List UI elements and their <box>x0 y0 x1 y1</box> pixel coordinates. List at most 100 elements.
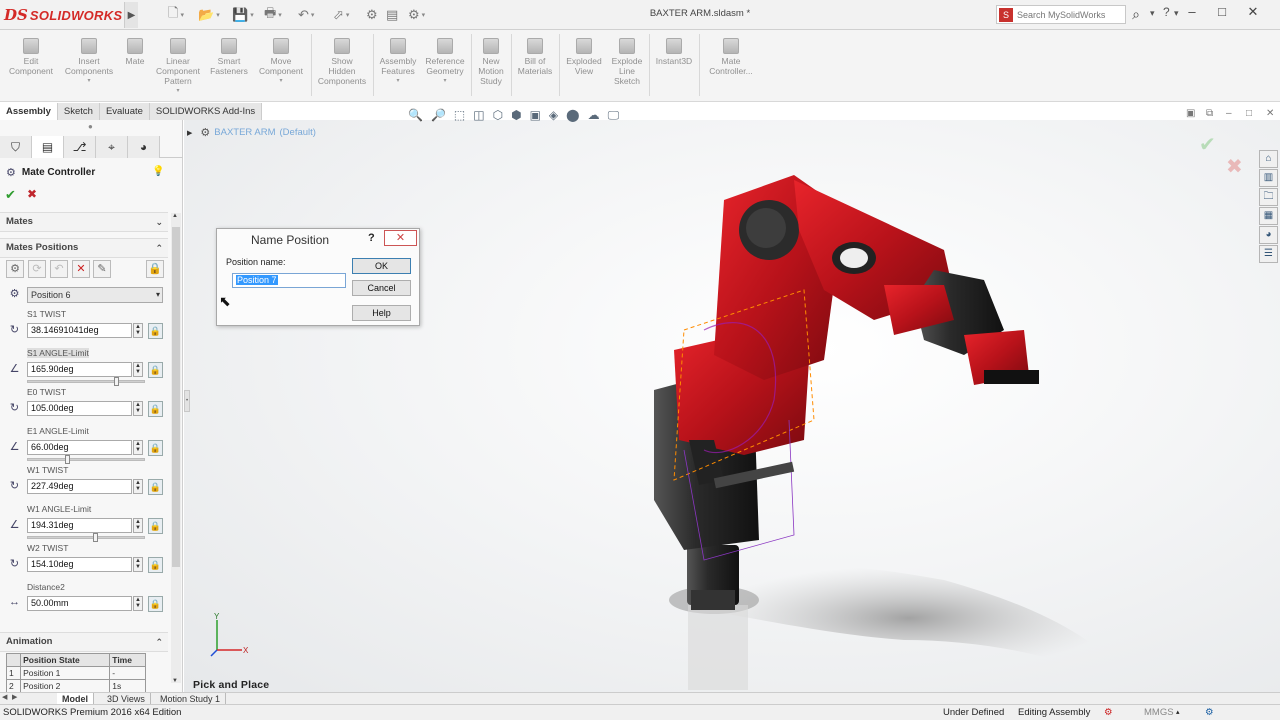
param-value-field[interactable]: 165.90deg <box>27 362 132 377</box>
instant3d-button[interactable]: Instant3D <box>652 36 696 66</box>
select-icon[interactable]: ⬀ ▾ <box>333 6 349 24</box>
chevron-up-icon[interactable]: ⌃ <box>155 239 163 257</box>
param-value-field[interactable]: 194.31deg <box>27 518 132 533</box>
explode-line-sketch-button[interactable]: Explode Line Sketch <box>608 36 646 86</box>
lock-icon[interactable]: 🔒 <box>148 557 163 573</box>
table-row[interactable]: 1 Position 1 - <box>5 666 146 680</box>
minimize-button[interactable]: – <box>1182 4 1202 24</box>
tab-assembly[interactable]: Assembly <box>0 103 58 120</box>
spin-buttons[interactable]: ▲ ▼ <box>133 440 143 455</box>
bill-of-materials-button[interactable]: Bill of Materials <box>514 36 556 76</box>
viewport-close-icon[interactable]: ✕ <box>1266 108 1274 119</box>
panel-scrollbar[interactable]: ▲ <box>171 213 181 683</box>
status-help-icon[interactable]: ⚙ <box>1205 705 1214 720</box>
hide-show-items-icon[interactable]: ◈ <box>549 108 558 122</box>
search-icon[interactable]: ⌕ <box>1126 4 1146 24</box>
scroll-down-icon[interactable]: ▼ <box>172 678 178 684</box>
tab-solidworks-add-ins[interactable]: SOLIDWORKS Add-Ins <box>149 103 263 120</box>
delete-position-icon[interactable]: ✕ <box>72 260 90 278</box>
view-settings-icon[interactable]: 🖵 <box>608 108 620 123</box>
file-explorer-icon[interactable]: 🗀 <box>1259 188 1278 206</box>
print-icon[interactable]: 🖶 ▾ <box>264 5 282 24</box>
confirmation-cancel-icon[interactable]: ✖ <box>1226 154 1243 179</box>
zoom-to-area-icon[interactable]: 🔎 <box>431 108 446 122</box>
angle-slider[interactable] <box>27 533 145 542</box>
solidworks-logo[interactable]: DS SOLIDWORKS <box>4 3 122 27</box>
zoom-to-fit-icon[interactable]: 🔍 <box>408 108 423 122</box>
flyout-tree-root[interactable]: ▶ ⚙ BAXTER ARM (Default) <box>187 126 316 139</box>
edit-component-button[interactable]: Edit Component <box>4 36 58 76</box>
options-gear-icon[interactable]: ⚙ ▾ <box>408 6 425 24</box>
tab-scroll-right-icon[interactable]: ▶ <box>12 693 17 701</box>
help-icon[interactable]: ? <box>1163 5 1170 19</box>
display-style-icon[interactable]: ▣ <box>530 108 541 122</box>
update-position-icon[interactable]: ⟳ <box>28 260 46 278</box>
tab-scroll-left-icon[interactable]: ◀ <box>2 693 7 701</box>
dimxpert-tab-icon[interactable]: ⌖ <box>96 136 128 158</box>
spin-buttons[interactable]: ▲ ▼ <box>133 362 143 377</box>
lock-icon[interactable]: 🔒 <box>148 362 163 378</box>
dialog-ok-button[interactable]: OK <box>352 258 411 274</box>
position-select[interactable]: Position 6 ▾ <box>27 287 163 303</box>
lock-all-icon[interactable]: 🔒 <box>146 260 164 278</box>
add-position-icon[interactable]: ⚙ <box>6 260 24 278</box>
view-palette-icon[interactable]: ▦ <box>1259 207 1278 225</box>
dialog-help-icon[interactable]: ? <box>368 232 375 244</box>
lock-icon[interactable]: 🔒 <box>148 518 163 534</box>
param-value-field[interactable]: 154.10deg <box>27 557 132 572</box>
group-animation[interactable]: Animation ⌃ <box>0 632 168 652</box>
spin-buttons[interactable]: ▲ ▼ <box>133 596 143 611</box>
group-mates-positions[interactable]: Mates Positions ⌃ <box>0 238 168 258</box>
param-value-field[interactable]: 38.14691041deg <box>27 323 132 338</box>
param-value-field[interactable]: 50.00mm <box>27 596 132 611</box>
param-value-field[interactable]: 66.00deg <box>27 440 132 455</box>
insert-components-button[interactable]: Insert Components ▾ <box>60 36 118 86</box>
group-mates[interactable]: Mates ⌄ <box>0 212 168 232</box>
appearances-icon[interactable]: ◕ <box>1259 226 1278 244</box>
spin-buttons[interactable]: ▲ ▼ <box>133 479 143 494</box>
tab-evaluate[interactable]: Evaluate <box>99 103 150 120</box>
dialog-cancel-button[interactable]: Cancel <box>352 280 411 296</box>
new-document-icon[interactable]: 🗋 ▾ <box>168 5 184 24</box>
section-view-icon[interactable]: ◫ <box>473 108 484 122</box>
exploded-view-button[interactable]: Exploded View <box>562 36 606 76</box>
viewport-minimize-icon[interactable]: – <box>1226 108 1232 119</box>
robot-arm-model[interactable] <box>184 120 1280 692</box>
angle-slider[interactable] <box>27 455 145 464</box>
new-motion-study-button[interactable]: New Motion Study <box>474 36 508 86</box>
show-hidden-components-button[interactable]: Show Hidden Components <box>314 36 370 86</box>
lock-icon[interactable]: 🔒 <box>148 323 163 339</box>
tab-sketch[interactable]: Sketch <box>57 103 100 120</box>
rebuild-status-icon[interactable]: ⚙ <box>1104 705 1113 720</box>
edit-position-icon[interactable]: ✎ <box>93 260 111 278</box>
units-dropdown-icon[interactable]: ▴ <box>1176 705 1180 720</box>
configuration-manager-tab-icon[interactable]: ⎇ <box>64 136 96 158</box>
file-properties-icon[interactable]: ▤ <box>386 6 398 24</box>
row-time[interactable]: 1s <box>109 679 146 693</box>
table-row[interactable]: 2 Position 2 1s <box>5 679 146 693</box>
spin-buttons[interactable]: ▲ ▼ <box>133 518 143 533</box>
slider-thumb[interactable] <box>65 455 70 464</box>
dialog-help-button[interactable]: Help <box>352 305 411 321</box>
edit-appearance-icon[interactable]: ⬤ <box>566 108 579 122</box>
close-window-button[interactable]: ✕ <box>1243 4 1263 24</box>
mate-controller-button[interactable]: Mate Controller... <box>702 36 760 76</box>
gripper-fingers[interactable] <box>984 370 1039 384</box>
scroll-up-icon[interactable]: ▲ <box>172 213 178 219</box>
solidworks-resources-icon[interactable]: ⌂ <box>1259 150 1278 168</box>
dynamic-annotation-icon[interactable]: ⬡ <box>493 108 503 122</box>
viewport-maximize-icon[interactable]: □ <box>1246 108 1252 119</box>
design-library-icon[interactable]: ▥ <box>1259 169 1278 187</box>
dialog-close-button[interactable]: ✕ <box>384 230 417 246</box>
linear-pattern-button[interactable]: Linear Component Pattern ▾ <box>152 36 204 96</box>
spin-buttons[interactable]: ▲ ▼ <box>133 401 143 416</box>
pm-help-icon[interactable]: 💡 <box>152 166 164 177</box>
pm-ok-button[interactable]: ✔ <box>5 187 16 203</box>
rebuild-icon[interactable]: ⚙ <box>366 6 378 24</box>
custom-properties-icon[interactable]: ☰ <box>1259 245 1278 263</box>
lock-icon[interactable]: 🔒 <box>148 596 163 612</box>
panel-collapse-handle-icon[interactable]: ● <box>88 122 93 131</box>
display-manager-tab-icon[interactable]: ◕ <box>128 136 160 158</box>
param-value-field[interactable]: 105.00deg <box>27 401 132 416</box>
spin-buttons[interactable]: ▲ ▼ <box>133 557 143 572</box>
